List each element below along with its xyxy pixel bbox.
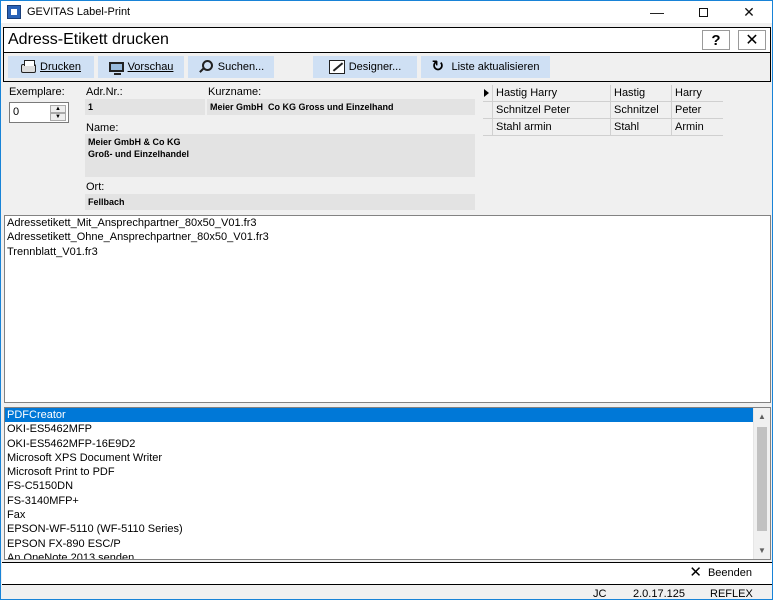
copies-label: Exemplare: [9, 86, 65, 98]
maximize-button[interactable] [680, 1, 726, 23]
printer-list[interactable]: PDFCreator OKI-ES5462MFP OKI-ES5462MFP-1… [4, 407, 771, 560]
stepper-up-icon[interactable]: ▲ [50, 105, 66, 113]
help-button[interactable]: ? [702, 30, 730, 50]
search-button-label: Suchen... [217, 61, 265, 73]
name-label: Name: [86, 122, 119, 134]
contact-full-name: Hastig Harry [492, 85, 610, 102]
addr-nr-label: Adr.Nr.: [86, 86, 123, 98]
contact-full-name: Schnitzel Peter [492, 102, 610, 119]
minimize-button[interactable]: — [634, 1, 680, 23]
footer-bar: ✕ Beenden [2, 562, 772, 585]
print-button-label: Drucken [40, 61, 81, 73]
preview-button[interactable]: Vorschau [98, 56, 184, 78]
title-bar: GEVITAS Label-Print — ✕ [1, 1, 772, 23]
contact-first-name: Harry [671, 85, 721, 102]
maximize-icon [698, 7, 708, 17]
table-row[interactable]: Stahl armin Stahl Armin [483, 119, 723, 136]
table-row[interactable]: Hastig Harry Hastig Harry [483, 85, 723, 102]
quit-button[interactable]: ✕ Beenden [689, 564, 752, 581]
table-row[interactable]: Schnitzel Peter Schnitzel Peter [483, 102, 723, 119]
city-field: Fellbach [85, 194, 475, 210]
close-icon: ✕ [689, 564, 702, 581]
designer-button-label: Designer... [348, 61, 402, 73]
contacts-grid: Hastig Harry Hastig Harry Schnitzel Pete… [483, 85, 723, 136]
contact-full-name: Stahl armin [492, 119, 610, 136]
scroll-down-icon[interactable]: ▼ [754, 542, 770, 559]
template-list[interactable]: Adressetikett_Mit_Ansprechpartner_80x50_… [4, 215, 771, 403]
contact-last-name: Schnitzel [610, 102, 671, 119]
list-item[interactable]: Microsoft Print to PDF [5, 465, 753, 479]
monitor-icon [108, 62, 124, 75]
copies-stepper[interactable]: 0 ▲ ▼ [9, 102, 69, 123]
status-mode: REFLEX [710, 588, 753, 600]
search-icon [198, 60, 214, 74]
short-name-field: Meier GmbH Co KG Gross und Einzelhand [207, 99, 475, 115]
app-icon [7, 5, 21, 19]
scroll-up-icon[interactable]: ▲ [754, 408, 770, 425]
page-title: Adress-Etikett drucken [8, 31, 169, 48]
contact-first-name: Peter [671, 102, 721, 119]
list-item[interactable]: Fax [5, 508, 753, 522]
city-label: Ort: [86, 181, 105, 193]
refresh-list-button[interactable]: Liste aktualisieren [421, 56, 550, 78]
list-item-selected[interactable]: PDFCreator [5, 408, 753, 423]
refresh-icon [431, 57, 447, 75]
list-item[interactable]: EPSON FX-890 ESC/P [5, 537, 753, 551]
list-item[interactable]: EPSON-WF-5110 (WF-5110 Series) [5, 522, 753, 536]
toolbar: Drucken Vorschau Suchen... Designer... L… [3, 53, 771, 82]
dialog-header: Adress-Etikett drucken ? ✕ [3, 27, 771, 53]
quit-button-label: Beenden [707, 567, 752, 579]
list-item[interactable]: FS-3140MFP+ [5, 494, 753, 508]
list-item[interactable]: OKI-ES5462MFP-16E9D2 [5, 437, 753, 451]
status-user: JC [593, 588, 607, 600]
preview-button-label: Vorschau [127, 61, 174, 73]
printer-list-scrollbar[interactable]: ▲ ▼ [753, 408, 770, 559]
addr-nr-field: 1 [85, 99, 205, 115]
window-title: GEVITAS Label-Print [27, 6, 131, 18]
name-field: Meier GmbH & Co KG Groß- und Einzelhande… [85, 134, 475, 177]
refresh-button-label: Liste aktualisieren [451, 61, 540, 73]
copies-value: 0 [13, 106, 20, 118]
list-item[interactable]: An OneNote 2013 senden [5, 551, 753, 559]
list-item[interactable]: Trennblatt_V01.fr3 [5, 245, 770, 259]
print-button[interactable]: Drucken [8, 56, 94, 78]
contact-first-name: Armin [671, 119, 721, 136]
list-item[interactable]: Adressetikett_Ohne_Ansprechpartner_80x50… [5, 230, 770, 244]
designer-icon [328, 60, 345, 74]
list-item[interactable]: Adressetikett_Mit_Ansprechpartner_80x50_… [5, 216, 770, 230]
contact-last-name: Hastig [610, 85, 671, 102]
printer-icon [21, 60, 37, 73]
status-version: 2.0.17.125 [633, 588, 685, 600]
designer-button[interactable]: Designer... [313, 56, 417, 78]
list-item[interactable]: FS-C5150DN [5, 479, 753, 493]
search-button[interactable]: Suchen... [188, 56, 274, 78]
contact-last-name: Stahl [610, 119, 671, 136]
stepper-down-icon[interactable]: ▼ [50, 113, 66, 121]
window-close-button[interactable]: ✕ [726, 1, 772, 23]
app-window: GEVITAS Label-Print — ✕ Adress-Etikett d… [0, 0, 773, 600]
short-name-label: Kurzname: [208, 86, 262, 98]
row-indicator-icon [484, 89, 489, 97]
list-item[interactable]: OKI-ES5462MFP [5, 422, 753, 436]
list-item[interactable]: Microsoft XPS Document Writer [5, 451, 753, 465]
close-dialog-button[interactable]: ✕ [738, 30, 766, 50]
scrollbar-thumb[interactable] [757, 427, 767, 531]
